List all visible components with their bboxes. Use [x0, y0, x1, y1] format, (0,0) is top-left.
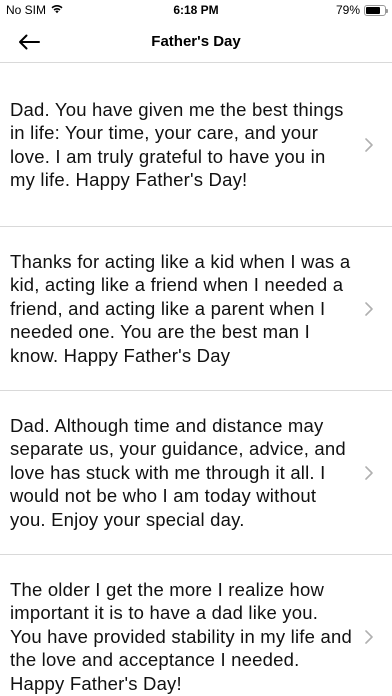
nav-bar: Father's Day — [0, 22, 392, 62]
status-right: 79% — [335, 3, 388, 17]
status-time: 6:18 PM — [173, 3, 219, 17]
quote-item[interactable]: Thanks for acting like a kid when I was … — [0, 227, 392, 391]
chevron-right-icon — [365, 465, 373, 480]
chevron-right-icon — [365, 301, 373, 316]
chevron-right-icon — [365, 137, 373, 152]
status-bar: No SIM 6:18 PM 79% — [0, 0, 392, 22]
quote-item[interactable]: Dad. You have given me the best things i… — [0, 63, 392, 227]
quote-text: Dad. You have given me the best things i… — [10, 98, 344, 191]
battery-percent: 79% — [335, 3, 360, 17]
quote-item[interactable]: The older I get the more I realize how i… — [0, 555, 392, 696]
quote-text: Thanks for acting like a kid when I was … — [10, 250, 351, 366]
quote-text: Dad. Although time and distance may sepa… — [10, 414, 346, 530]
quote-list: Dad. You have given me the best things i… — [0, 63, 392, 696]
battery-level — [366, 6, 381, 14]
quote-text: The older I get the more I realize how i… — [10, 578, 352, 694]
chevron-right-icon — [365, 629, 373, 644]
page-title: Father's Day — [151, 33, 241, 50]
quote-item[interactable]: Dad. Although time and distance may sepa… — [0, 391, 392, 555]
battery-icon — [364, 4, 388, 16]
